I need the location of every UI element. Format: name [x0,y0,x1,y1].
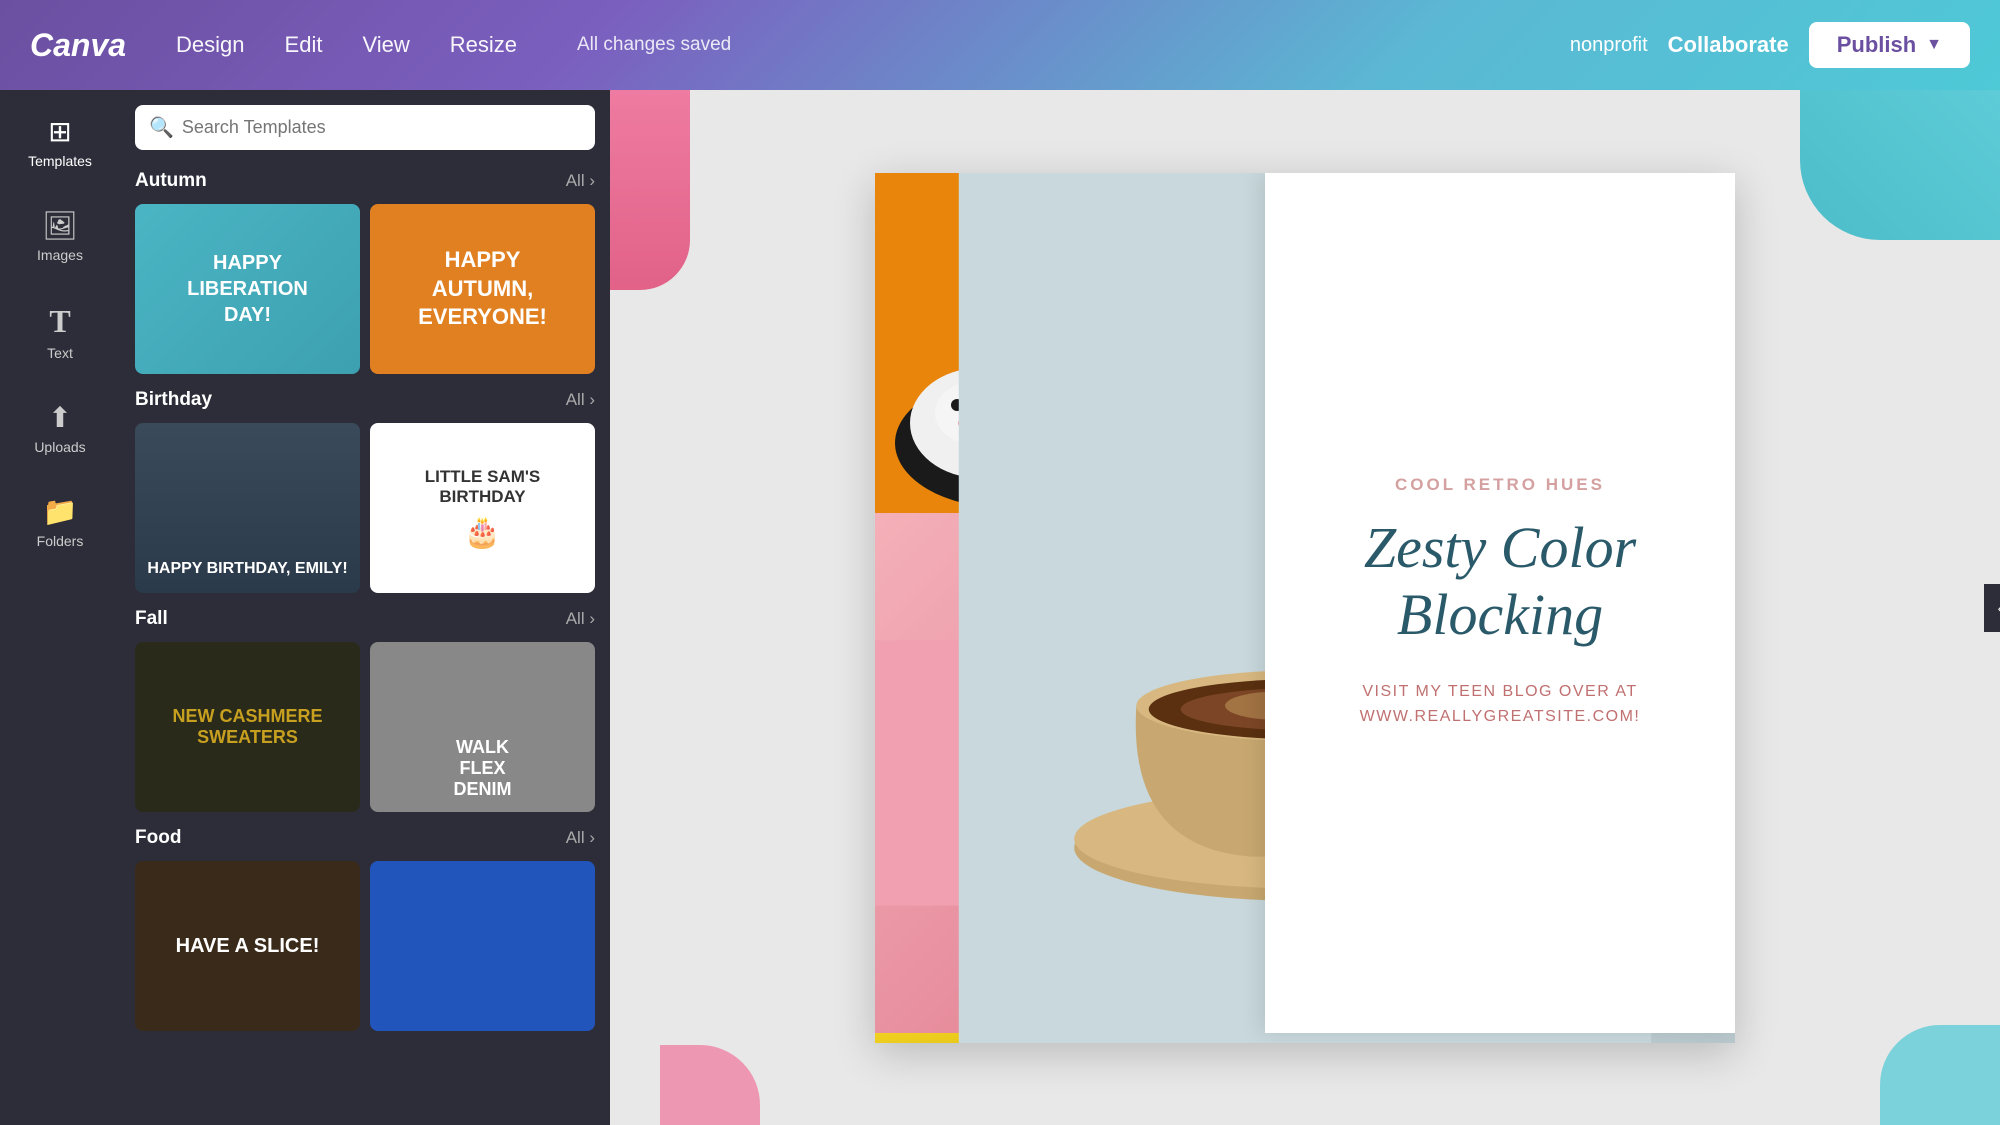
section-title-birthday: Birthday [135,389,212,411]
canvas-image-4-svg [1265,1033,1735,1043]
section-all-autumn[interactable]: All › [566,171,595,191]
section-header-food: Food All › [135,827,595,849]
nonprofit-button[interactable]: nonprofit [1570,34,1648,57]
template-grid-autumn: HAPPYLIBERATIONDAY! HAPPYAUTUMN,EVERYONE… [135,204,595,374]
sidebar-item-images[interactable]: 🖼 Images [0,199,120,273]
section-all-food[interactable]: All › [566,828,595,848]
bg-decor-teal-tr [1800,90,2000,240]
bg-decor-pink [610,90,690,290]
sidebar-label-uploads: Uploads [34,439,85,455]
templates-panel: 🔍 Autumn All › HAPPYLIBERATIONDAY! HAPPY… [120,90,610,1125]
images-icon: 🖼 [42,209,78,242]
template-card-birthday-1[interactable]: HAPPY BIRTHDAY, EMILY! [135,423,360,593]
template-card-fall-1[interactable]: NEW CASHMERESWEATERS [135,642,360,812]
template-text-birthday-2: LITTLE SAM'SBIRTHDAY [425,467,540,507]
template-text-food-1: HAVE A SLICE! [176,935,320,958]
save-status: All changes saved [577,34,1570,56]
nav-view[interactable]: View [362,32,409,58]
publish-button[interactable]: Publish ▼ [1809,22,1970,68]
template-text-birthday-1: HAPPY BIRTHDAY, EMILY! [147,560,347,578]
template-grid-birthday: HAPPY BIRTHDAY, EMILY! LITTLE SAM'SBIRTH… [135,423,595,593]
section-title-food: Food [135,827,181,849]
design-canvas[interactable]: COOL RETRO HUES Zesty Color Blocking VIS… [875,173,1735,1043]
template-text-autumn-1: HAPPYLIBERATIONDAY! [187,250,308,328]
section-header-fall: Fall All › [135,608,595,630]
icon-sidebar: ⊞ Templates 🖼 Images T Text ⬆ Uploads 📁 … [0,90,120,1125]
publish-arrow-icon: ▼ [1926,36,1942,54]
canvas-subtitle: COOL RETRO HUES [1395,475,1605,495]
uploads-icon: ⬆ [48,401,71,434]
search-icon: 🔍 [149,115,174,140]
sidebar-item-uploads[interactable]: ⬆ Uploads [0,391,120,465]
sidebar-label-text: Text [47,345,73,361]
section-title-fall: Fall [135,608,168,630]
sidebar-item-templates[interactable]: ⊞ Templates [0,105,120,179]
text-icon: T [49,303,70,340]
nav-resize[interactable]: Resize [450,32,517,58]
nav-design[interactable]: Design [176,32,244,58]
main-area: ⊞ Templates 🖼 Images T Text ⬆ Uploads 📁 … [0,90,2000,1125]
birthday-cake-icon: 🎂 [464,515,501,550]
sidebar-label-folders: Folders [37,533,84,549]
template-text-fall-1: NEW CASHMERESWEATERS [172,706,322,748]
navbar: Canva Design Edit View Resize All change… [0,0,2000,90]
template-card-autumn-1[interactable]: HAPPYLIBERATIONDAY! [135,204,360,374]
sidebar-label-templates: Templates [28,153,92,169]
search-bar[interactable]: 🔍 [135,105,595,150]
section-all-birthday[interactable]: All › [566,390,595,410]
template-text-fall-2: WALKFLEXDENIM [454,737,512,800]
canvas-image-4-content [1265,1033,1735,1043]
template-card-food-2[interactable] [370,861,595,1031]
bg-decor-teal-br [1880,1025,2000,1125]
canvas-image-4 [1265,1033,1735,1043]
template-card-birthday-2[interactable]: LITTLE SAM'SBIRTHDAY 🎂 [370,423,595,593]
template-text-autumn-2: HAPPYAUTUMN,EVERYONE! [418,246,547,332]
canvas-description: VISIT MY TEEN BLOG OVER ATWWW.REALLYGREA… [1360,679,1641,730]
template-card-food-1[interactable]: HAVE A SLICE! [135,861,360,1031]
section-header-autumn: Autumn All › [135,170,595,192]
nav-edit[interactable]: Edit [285,32,323,58]
sidebar-item-text[interactable]: T Text [0,293,120,371]
section-title-autumn: Autumn [135,170,207,192]
sidebar-item-folders[interactable]: 📁 Folders [0,485,120,559]
section-header-birthday: Birthday All › [135,389,595,411]
template-grid-fall: NEW CASHMERESWEATERS WALKFLEXDENIM [135,642,595,812]
search-input[interactable] [182,117,581,138]
sidebar-label-images: Images [37,247,83,263]
section-all-fall[interactable]: All › [566,609,595,629]
app-logo[interactable]: Canva [30,27,126,64]
canvas-title: Zesty Color Blocking [1305,515,1695,648]
canvas-area: COOL RETRO HUES Zesty Color Blocking VIS… [610,90,2000,1125]
templates-icon: ⊞ [48,115,71,148]
canvas-center-card: COOL RETRO HUES Zesty Color Blocking VIS… [1265,173,1735,1033]
collaborate-button[interactable]: Collaborate [1668,32,1789,58]
folders-icon: 📁 [43,495,78,528]
template-grid-food: HAVE A SLICE! [135,861,595,1031]
template-card-autumn-2[interactable]: HAPPYAUTUMN,EVERYONE! [370,204,595,374]
template-card-fall-2[interactable]: WALKFLEXDENIM [370,642,595,812]
bg-decor-pink-bl [660,1045,760,1125]
